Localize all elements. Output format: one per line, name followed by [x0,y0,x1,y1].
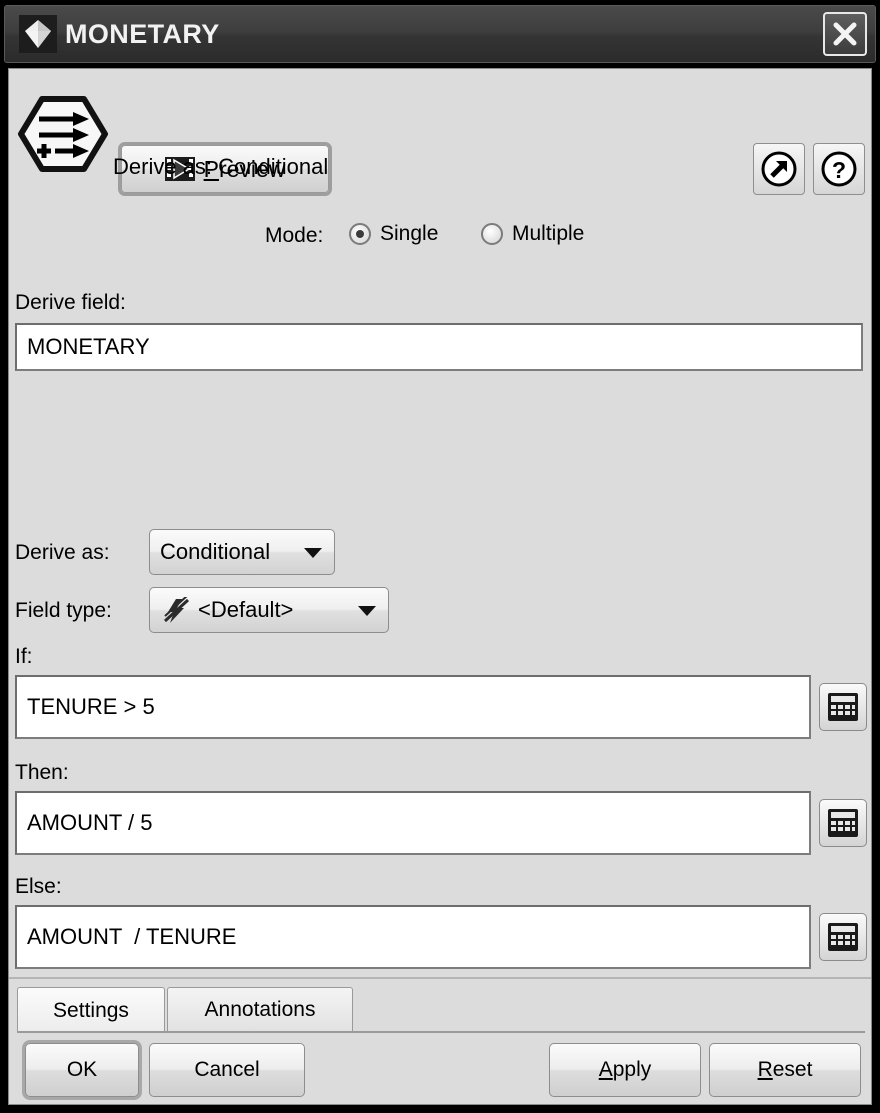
then-label: Then: [15,761,69,784]
derive-as-label: Derive as: [15,541,110,564]
field-type-label: Field type: [15,599,112,622]
title-bar: MONETARY [4,5,876,63]
if-expression-input[interactable]: TENURE > 5 [15,675,811,739]
mode-radio-multiple-label: Multiple [512,222,585,245]
chevron-down-icon [358,606,376,616]
derive-field-input[interactable]: MONETARY [15,323,863,371]
tab-annotations[interactable]: Annotations [167,987,353,1031]
cancel-button-label: Cancel [194,1058,260,1081]
calculator-icon [828,809,858,837]
apply-button-label: Apply [598,1058,652,1081]
if-expression-builder-button[interactable] [819,683,867,731]
tab-annotations-label: Annotations [204,997,316,1021]
else-expression-input[interactable]: AMOUNT / TENURE [15,905,811,969]
reset-button[interactable]: Reset [709,1043,861,1097]
calculator-icon [828,693,858,721]
then-expression-input[interactable]: AMOUNT / 5 [15,791,811,855]
tab-underline [17,1031,865,1033]
ok-button[interactable]: OK [25,1043,139,1097]
help-button[interactable]: ? [813,143,865,195]
then-expression-builder-button[interactable] [819,799,867,847]
derive-as-value: Conditional [160,539,271,564]
window-title: MONETARY [65,19,220,49]
mode-radio-multiple[interactable]: Multiple [481,222,584,246]
derive-as-summary: Derive as: Conditional [113,154,329,179]
derive-node-icon [17,95,109,173]
expand-button[interactable] [753,143,805,195]
mode-radio-single[interactable]: Single [349,222,438,246]
mode-radio-single-label: Single [380,222,439,245]
question-mark-icon: ? [821,151,857,187]
else-label: Else: [15,875,62,898]
else-expression-builder-button[interactable] [819,913,867,961]
gem-icon [19,15,57,53]
radio-indicator [349,223,371,245]
calculator-icon [828,923,858,951]
dialog-body: Preview ? Derive as: Conditional Mode: S… [8,68,872,1105]
reset-button-label: Reset [757,1058,813,1081]
footer-separator [9,977,871,979]
apply-button[interactable]: Apply [549,1043,701,1097]
close-button[interactable] [823,12,867,56]
field-type-value: <Default> [198,597,294,622]
derive-as-select[interactable]: Conditional [149,529,335,575]
if-label: If: [15,645,33,668]
derive-node-dialog: MONETARY Preview ? Derive as: Conditiona… [0,0,880,1113]
radio-indicator [481,223,503,245]
mode-label: Mode: [265,224,324,247]
field-type-select[interactable]: <Default> [149,587,389,633]
svg-text:?: ? [832,157,846,183]
cancel-button[interactable]: Cancel [149,1043,305,1097]
chevron-down-icon [304,548,322,558]
tab-strip: Settings Annotations [17,987,865,1033]
derive-field-label: Derive field: [15,291,126,314]
tab-settings-label: Settings [53,998,129,1022]
ok-button-label: OK [66,1058,98,1081]
tab-settings[interactable]: Settings [17,987,165,1033]
arrow-out-icon [761,151,797,187]
default-measure-icon [162,594,192,631]
